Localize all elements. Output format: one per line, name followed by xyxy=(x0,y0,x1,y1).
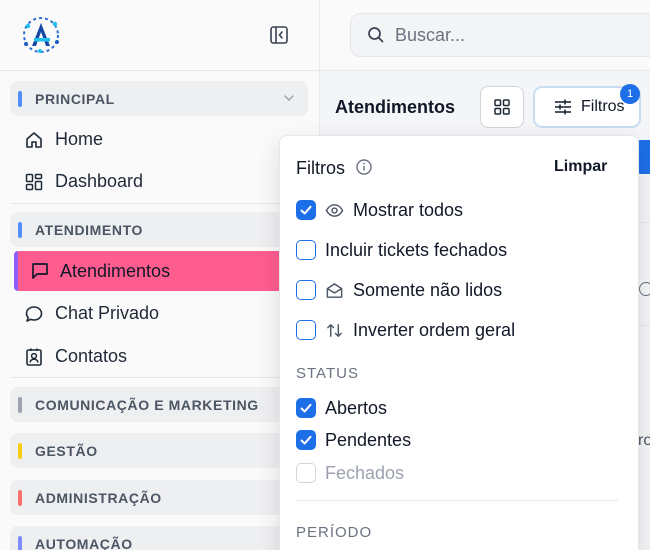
page-title: Atendimentos xyxy=(335,97,456,117)
chat-bubble-icon xyxy=(24,304,44,324)
sidebar-item-chat-privado[interactable]: Chat Privado xyxy=(10,294,310,332)
search-placeholder: Buscar... xyxy=(395,24,466,45)
home-icon xyxy=(24,130,44,150)
envelope-open-icon xyxy=(325,281,344,300)
checkbox[interactable] xyxy=(296,398,316,418)
grid-icon xyxy=(494,99,510,115)
sidebar-collapse-button[interactable] xyxy=(268,24,290,46)
search-input[interactable]: Buscar... xyxy=(350,13,650,57)
option-label: Mostrar todos xyxy=(353,199,464,220)
option-inverter-ordem-geral[interactable]: Inverter ordem geral xyxy=(296,319,515,341)
sidebar-item-contatos[interactable]: Contatos xyxy=(10,337,310,375)
sidebar-header xyxy=(0,0,319,71)
sidebar-divider xyxy=(10,203,310,204)
sidebar-collapse-icon xyxy=(270,26,288,44)
checkbox xyxy=(296,463,316,483)
chat-square-icon xyxy=(30,261,50,281)
sidebar-item-home[interactable]: Home xyxy=(10,120,310,158)
option-label: Fechados xyxy=(325,462,405,483)
status-fechados: Fechados xyxy=(296,462,404,484)
info-icon[interactable] xyxy=(355,158,373,176)
sidebar: PRINCIPAL Home Dashboard ATENDIMENTO Ate… xyxy=(0,0,320,550)
sliders-icon xyxy=(555,99,571,115)
eye-icon xyxy=(325,201,344,220)
background-partial-text: ro xyxy=(638,432,650,449)
checkmark-icon xyxy=(300,403,312,413)
sidebar-item-label: Chat Privado xyxy=(55,302,160,323)
filters-dropdown: Filtros Limpar Mostrar todos Incluir tic… xyxy=(279,135,639,550)
chevron-down-icon xyxy=(284,95,294,102)
checkbox[interactable] xyxy=(296,280,316,300)
section-color-bar xyxy=(18,442,22,459)
section-label: COMUNICAÇÃO E MARKETING xyxy=(35,396,259,413)
sidebar-item-atendimentos[interactable]: Atendimentos xyxy=(14,251,280,291)
top-bar: Buscar... xyxy=(320,0,650,71)
section-principal[interactable]: PRINCIPAL xyxy=(10,81,308,116)
checkbox[interactable] xyxy=(296,320,316,340)
filters-button-label: Filtros xyxy=(581,98,625,115)
checkbox[interactable] xyxy=(296,200,316,220)
check-circle-icon xyxy=(639,282,650,296)
sidebar-item-label: Home xyxy=(55,128,104,149)
status-section-label: STATUS xyxy=(296,365,359,382)
contact-icon xyxy=(24,347,44,367)
section-automacao[interactable]: AUTOMAÇÃO xyxy=(10,526,308,550)
section-atendimento[interactable]: ATENDIMENTO xyxy=(10,212,308,247)
checkbox[interactable] xyxy=(296,240,316,260)
filter-count-badge: 1 xyxy=(620,84,640,104)
option-label: Inverter ordem geral xyxy=(353,319,516,340)
grid-view-button[interactable] xyxy=(480,86,524,128)
section-label: ATENDIMENTO xyxy=(35,221,143,238)
dashboard-icon xyxy=(24,172,44,192)
option-incluir-tickets-fechados[interactable]: Incluir tickets fechados xyxy=(296,239,507,261)
dropdown-divider xyxy=(296,500,618,501)
search-icon xyxy=(368,27,384,43)
clear-filters-button[interactable]: Limpar xyxy=(554,158,607,176)
section-label: PRINCIPAL xyxy=(35,90,115,107)
filters-title: Filtros xyxy=(296,158,345,178)
sort-arrows-icon xyxy=(325,321,344,340)
period-section-label: PERÍODO xyxy=(296,524,373,541)
section-color-bar xyxy=(18,535,22,550)
option-label: Pendentes xyxy=(325,429,412,450)
sidebar-divider xyxy=(10,377,310,378)
sidebar-item-label: Contatos xyxy=(55,345,128,366)
checkbox[interactable] xyxy=(296,430,316,450)
section-comunicacao-marketing[interactable]: COMUNICAÇÃO E MARKETING xyxy=(10,387,308,422)
option-label: Somente não lidos xyxy=(353,279,503,300)
checkmark-icon xyxy=(300,205,312,215)
section-label: GESTÃO xyxy=(35,442,98,459)
status-pendentes[interactable]: Pendentes xyxy=(296,429,411,451)
section-label: AUTOMAÇÃO xyxy=(35,535,133,550)
sidebar-item-label: Dashboard xyxy=(55,170,144,191)
section-label: ADMINISTRAÇÃO xyxy=(35,489,162,506)
section-color-bar xyxy=(18,489,22,506)
section-color-bar xyxy=(18,221,22,238)
option-label: Incluir tickets fechados xyxy=(325,239,508,260)
section-color-bar xyxy=(18,90,22,107)
section-administracao[interactable]: ADMINISTRAÇÃO xyxy=(10,480,308,515)
section-color-bar xyxy=(18,396,22,413)
checkmark-icon xyxy=(300,435,312,445)
section-gestao[interactable]: GESTÃO xyxy=(10,433,308,468)
option-label: Abertos xyxy=(325,397,388,418)
option-somente-nao-lidos[interactable]: Somente não lidos xyxy=(296,279,502,301)
sidebar-item-label: Atendimentos xyxy=(60,260,171,281)
option-mostrar-todos[interactable]: Mostrar todos xyxy=(296,199,463,221)
status-abertos[interactable]: Abertos xyxy=(296,397,387,419)
sidebar-item-dashboard[interactable]: Dashboard xyxy=(10,162,310,200)
app-logo[interactable] xyxy=(20,14,62,56)
